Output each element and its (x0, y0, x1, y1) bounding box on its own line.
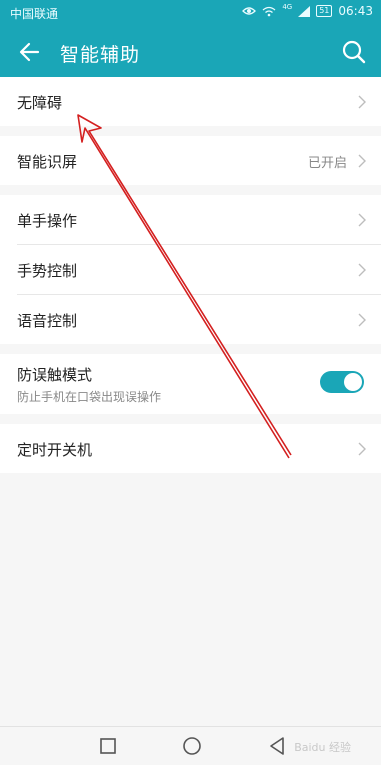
anti-touch-item[interactable]: 防误触模式 防止手机在口袋出现误操作 (17, 354, 381, 414)
accessibility-item[interactable]: 无障碍 (17, 77, 381, 126)
network-type: 4G (282, 3, 293, 11)
toggle-knob (344, 373, 362, 391)
battery-level: 51 (319, 6, 330, 15)
smart-screen-label: 智能识屏 (17, 153, 78, 171)
eye-icon (242, 7, 257, 15)
voice-item[interactable]: 语音控制 (17, 295, 381, 344)
settings-group-3: 单手操作 手势控制 语音控制 (0, 195, 381, 344)
anti-touch-toggle[interactable] (320, 371, 364, 393)
gesture-item[interactable]: 手势控制 (17, 245, 381, 295)
battery-indicator: 51 (316, 5, 333, 17)
settings-group-1: 无障碍 (0, 77, 381, 126)
app-bar: 智能辅助 (0, 26, 381, 77)
home-icon[interactable] (181, 735, 203, 757)
arrow-left-icon[interactable] (14, 37, 44, 67)
settings-group-4: 防误触模式 防止手机在口袋出现误操作 (0, 354, 381, 414)
anti-touch-label: 防误触模式 (17, 366, 93, 384)
settings-group-5: 定时开关机 (0, 424, 381, 473)
scheduled-power-label: 定时开关机 (17, 441, 93, 459)
status-bar: 中国联通 4G 51 06:43 (0, 0, 381, 26)
page-title: 智能辅助 (60, 44, 141, 66)
settings-list: 无障碍 智能识屏 已开启 单手操作 手势控制 语音控制 防误触模式 防止手机在口… (0, 77, 381, 483)
gesture-label: 手势控制 (17, 262, 78, 280)
voice-label: 语音控制 (17, 312, 78, 330)
anti-touch-description: 防止手机在口袋出现误操作 (17, 390, 162, 404)
chevron-right-icon (358, 442, 366, 456)
chevron-right-icon (358, 313, 366, 327)
back-icon[interactable] (266, 735, 288, 757)
search-icon[interactable] (339, 37, 369, 67)
one-hand-label: 单手操作 (17, 212, 78, 230)
accessibility-label: 无障碍 (17, 94, 63, 112)
smart-screen-item[interactable]: 智能识屏 已开启 (17, 136, 381, 185)
signal-icon (298, 5, 311, 17)
carrier-name: 中国联通 (10, 7, 59, 21)
chevron-right-icon (358, 263, 366, 277)
chevron-right-icon (358, 95, 366, 109)
chevron-right-icon (358, 154, 366, 168)
navigation-bar: Baidu 经验 (0, 726, 381, 765)
wifi-icon (262, 6, 276, 16)
clock: 06:43 (338, 4, 373, 18)
chevron-right-icon (358, 213, 366, 227)
smart-screen-status: 已开启 (307, 156, 347, 171)
recent-apps-icon[interactable] (97, 735, 119, 757)
top-bar: 中国联通 4G 51 06:43 智能辅助 (0, 0, 381, 77)
one-hand-item[interactable]: 单手操作 (17, 195, 381, 245)
watermark: Baidu 经验 (294, 741, 351, 754)
settings-group-2: 智能识屏 已开启 (0, 136, 381, 185)
status-icons: 4G 51 06:43 (242, 3, 373, 18)
scheduled-power-item[interactable]: 定时开关机 (17, 424, 381, 473)
